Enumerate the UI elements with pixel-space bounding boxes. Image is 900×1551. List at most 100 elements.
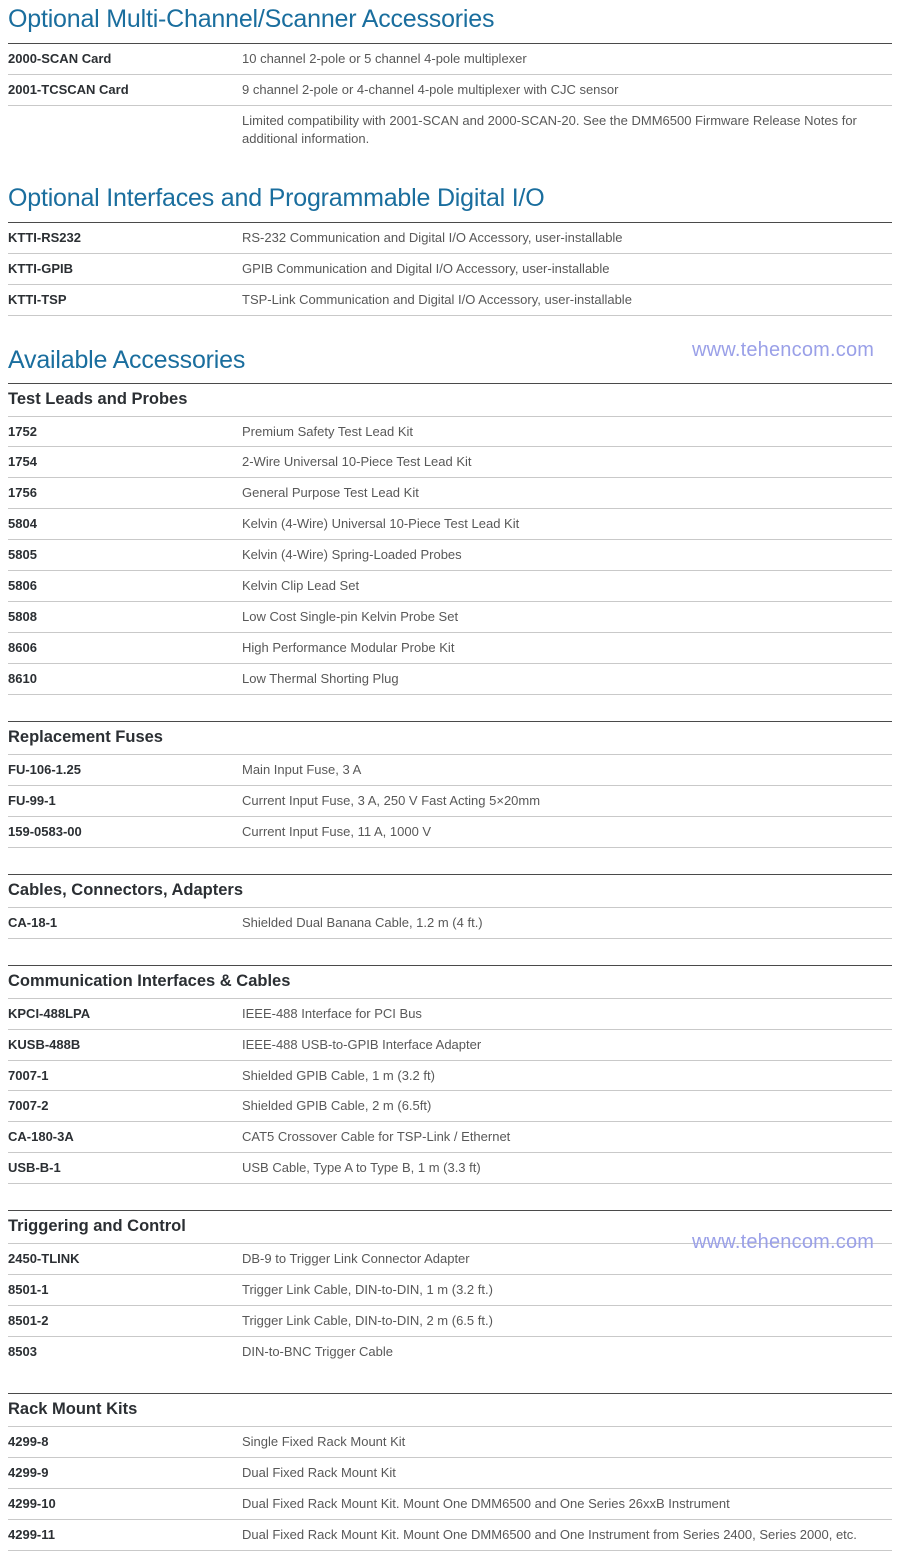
part-number: 2000-SCAN Card: [8, 51, 112, 66]
part-number: 1754: [8, 454, 37, 470]
part-number: 8610: [8, 671, 37, 687]
part-number: KTTI-TSP: [8, 291, 67, 307]
table-row: 7007-1 Shielded GPIB Cable, 1 m (3.2 ft): [8, 1061, 892, 1092]
part-description: RS-232 Communication and Digital I/O Acc…: [242, 229, 623, 245]
table-row: KPCI-488LPA IEEE-488 Interface for PCI B…: [8, 999, 892, 1030]
part-description: TSP-Link Communication and Digital I/O A…: [242, 291, 632, 307]
group-replacement-fuses: Replacement Fuses: [8, 695, 892, 755]
group-test-leads-and-probes: Test Leads and Probes: [8, 384, 892, 417]
part-number: 2450-TLINK: [8, 1251, 80, 1267]
part-description: Dual Fixed Rack Mount Kit: [242, 1464, 396, 1480]
table-row: 1754 2-Wire Universal 10-Piece Test Lead…: [8, 447, 892, 479]
table-row: 4299-10 Dual Fixed Rack Mount Kit. Mount…: [8, 1489, 892, 1520]
part-number: KUSB-488B: [8, 1036, 81, 1052]
part-description: Kelvin (4-Wire) Spring-Loaded Probes: [242, 547, 462, 563]
part-number: KPCI-488LPA: [8, 1005, 91, 1021]
part-description: Shielded GPIB Cable, 2 m (6.5ft): [242, 1098, 432, 1114]
table-row-note: Limited compatibility with 2001-SCAN and…: [8, 106, 892, 154]
part-number: KTTI-GPIB: [8, 260, 73, 276]
part-description: High Performance Modular Probe Kit: [242, 640, 455, 656]
part-description: Premium Safety Test Lead Kit: [242, 423, 414, 439]
part-description: Dual Fixed Rack Mount Kit. Mount One DMM…: [242, 1526, 857, 1542]
table-row: 2000-SCAN Card 10 channel 2-pole or 5 ch…: [8, 44, 892, 75]
section-title: Available Accessories: [8, 345, 246, 374]
part-description: 10 channel 2-pole or 5 channel 4-pole mu…: [242, 51, 527, 66]
section-optional-interfaces: Optional Interfaces and Programmable Dig…: [8, 154, 892, 316]
part-number: 5804: [8, 516, 37, 532]
part-description: Shielded GPIB Cable, 1 m (3.2 ft): [242, 1067, 435, 1083]
group-heading: Rack Mount Kits: [8, 1399, 138, 1418]
table-row: 8503 DIN-to-BNC Trigger Cable: [8, 1337, 892, 1367]
part-number: 8606: [8, 640, 37, 656]
part-description: Shielded Dual Banana Cable, 1.2 m (4 ft.…: [242, 914, 483, 930]
part-description: Main Input Fuse, 3 A: [242, 761, 362, 777]
group-rows: 4299-8 Single Fixed Rack Mount Kit 4299-…: [8, 1427, 892, 1551]
part-number: FU-99-1: [8, 792, 56, 808]
group-heading: Triggering and Control: [8, 1217, 186, 1236]
section-rows: 2000-SCAN Card 10 channel 2-pole or 5 ch…: [8, 44, 892, 154]
part-number: 8501-2: [8, 1313, 49, 1329]
table-row: 8610 Low Thermal Shorting Plug: [8, 664, 892, 695]
table-row: 8501-1 Trigger Link Cable, DIN-to-DIN, 1…: [8, 1275, 892, 1307]
part-description: Dual Fixed Rack Mount Kit. Mount One DMM…: [242, 1495, 730, 1511]
section-available-accessories: Available Accessories Test Leads and Pro…: [8, 316, 892, 1551]
part-number: 5808: [8, 609, 37, 625]
part-description: Low Thermal Shorting Plug: [242, 671, 399, 687]
table-row: USB-B-1 USB Cable, Type A to Type B, 1 m…: [8, 1153, 892, 1185]
table-row: CA-18-1 Shielded Dual Banana Cable, 1.2 …: [8, 908, 892, 939]
table-row: 1752 Premium Safety Test Lead Kit: [8, 417, 892, 448]
part-number: 5806: [8, 578, 37, 594]
section-rows: KTTI-RS232 RS-232 Communication and Digi…: [8, 223, 892, 316]
part-description: Limited compatibility with 2001-SCAN and…: [242, 112, 857, 146]
group-communication-interfaces-cables: Communication Interfaces & Cables: [8, 939, 892, 999]
part-description: Kelvin (4-Wire) Universal 10-Piece Test …: [242, 516, 520, 532]
part-number: CA-180-3A: [8, 1129, 74, 1145]
table-row: 4299-8 Single Fixed Rack Mount Kit: [8, 1427, 892, 1458]
table-row: 5808 Low Cost Single-pin Kelvin Probe Se…: [8, 602, 892, 634]
table-row: FU-99-1 Current Input Fuse, 3 A, 250 V F…: [8, 786, 892, 817]
section-optional-multi-channel: Optional Multi-Channel/Scanner Accessori…: [8, 0, 892, 154]
part-number: 1756: [8, 485, 37, 501]
part-number: 4299-11: [8, 1526, 55, 1542]
part-number: 2001-TCSCAN Card: [8, 81, 129, 97]
part-number: 4299-9: [8, 1464, 49, 1480]
part-description: Low Cost Single-pin Kelvin Probe Set: [242, 609, 459, 625]
part-number: 4299-10: [8, 1495, 56, 1511]
part-number: 5805: [8, 547, 37, 563]
table-row: 5806 Kelvin Clip Lead Set: [8, 571, 892, 603]
table-row: CA-180-3A CAT5 Crossover Cable for TSP-L…: [8, 1122, 892, 1154]
group-heading: Communication Interfaces & Cables: [8, 971, 291, 990]
part-description: IEEE-488 USB-to-GPIB Interface Adapter: [242, 1036, 482, 1052]
group-rows: KPCI-488LPA IEEE-488 Interface for PCI B…: [8, 999, 892, 1185]
part-number: CA-18-1: [8, 914, 58, 930]
part-number: 7007-1: [8, 1067, 49, 1083]
group-rack-mount-kits: Rack Mount Kits: [8, 1367, 892, 1427]
part-number: KTTI-RS232: [8, 229, 81, 245]
group-heading: Test Leads and Probes: [8, 389, 188, 408]
part-description: DB-9 to Trigger Link Connector Adapter: [242, 1251, 470, 1267]
table-row: 1756 General Purpose Test Lead Kit: [8, 478, 892, 510]
part-description: DIN-to-BNC Trigger Cable: [242, 1344, 393, 1360]
part-number: FU-106-1.25: [8, 761, 81, 777]
table-row: KTTI-TSP TSP-Link Communication and Digi…: [8, 285, 892, 316]
table-row: 5805 Kelvin (4-Wire) Spring-Loaded Probe…: [8, 540, 892, 572]
table-row: 4299-9 Dual Fixed Rack Mount Kit: [8, 1458, 892, 1489]
part-description: Kelvin Clip Lead Set: [242, 578, 360, 594]
section-title: Optional Interfaces and Programmable Dig…: [8, 183, 545, 212]
part-description: GPIB Communication and Digital I/O Acces…: [242, 260, 610, 276]
table-row: 2001-TCSCAN Card 9 channel 2-pole or 4-c…: [8, 75, 892, 106]
table-row: 4299-11 Dual Fixed Rack Mount Kit. Mount…: [8, 1520, 892, 1551]
table-row: KTTI-GPIB GPIB Communication and Digital…: [8, 254, 892, 285]
group-triggering-and-control: Triggering and Control: [8, 1184, 892, 1245]
part-number: 7007-2: [8, 1098, 49, 1114]
part-description: 9 channel 2-pole or 4-channel 4-pole mul…: [242, 81, 619, 97]
part-number: 159-0583-00: [8, 823, 82, 839]
accessories-page: Optional Multi-Channel/Scanner Accessori…: [0, 0, 900, 1551]
table-row: KTTI-RS232 RS-232 Communication and Digi…: [8, 223, 892, 254]
group-rows: CA-18-1 Shielded Dual Banana Cable, 1.2 …: [8, 908, 892, 939]
part-description: USB Cable, Type A to Type B, 1 m (3.3 ft…: [242, 1160, 481, 1176]
part-number: 4299-8: [8, 1433, 49, 1449]
table-row: 7007-2 Shielded GPIB Cable, 2 m (6.5ft): [8, 1091, 892, 1123]
table-row: 8501-2 Trigger Link Cable, DIN-to-DIN, 2…: [8, 1306, 892, 1338]
part-description: CAT5 Crossover Cable for TSP-Link / Ethe…: [242, 1129, 511, 1145]
